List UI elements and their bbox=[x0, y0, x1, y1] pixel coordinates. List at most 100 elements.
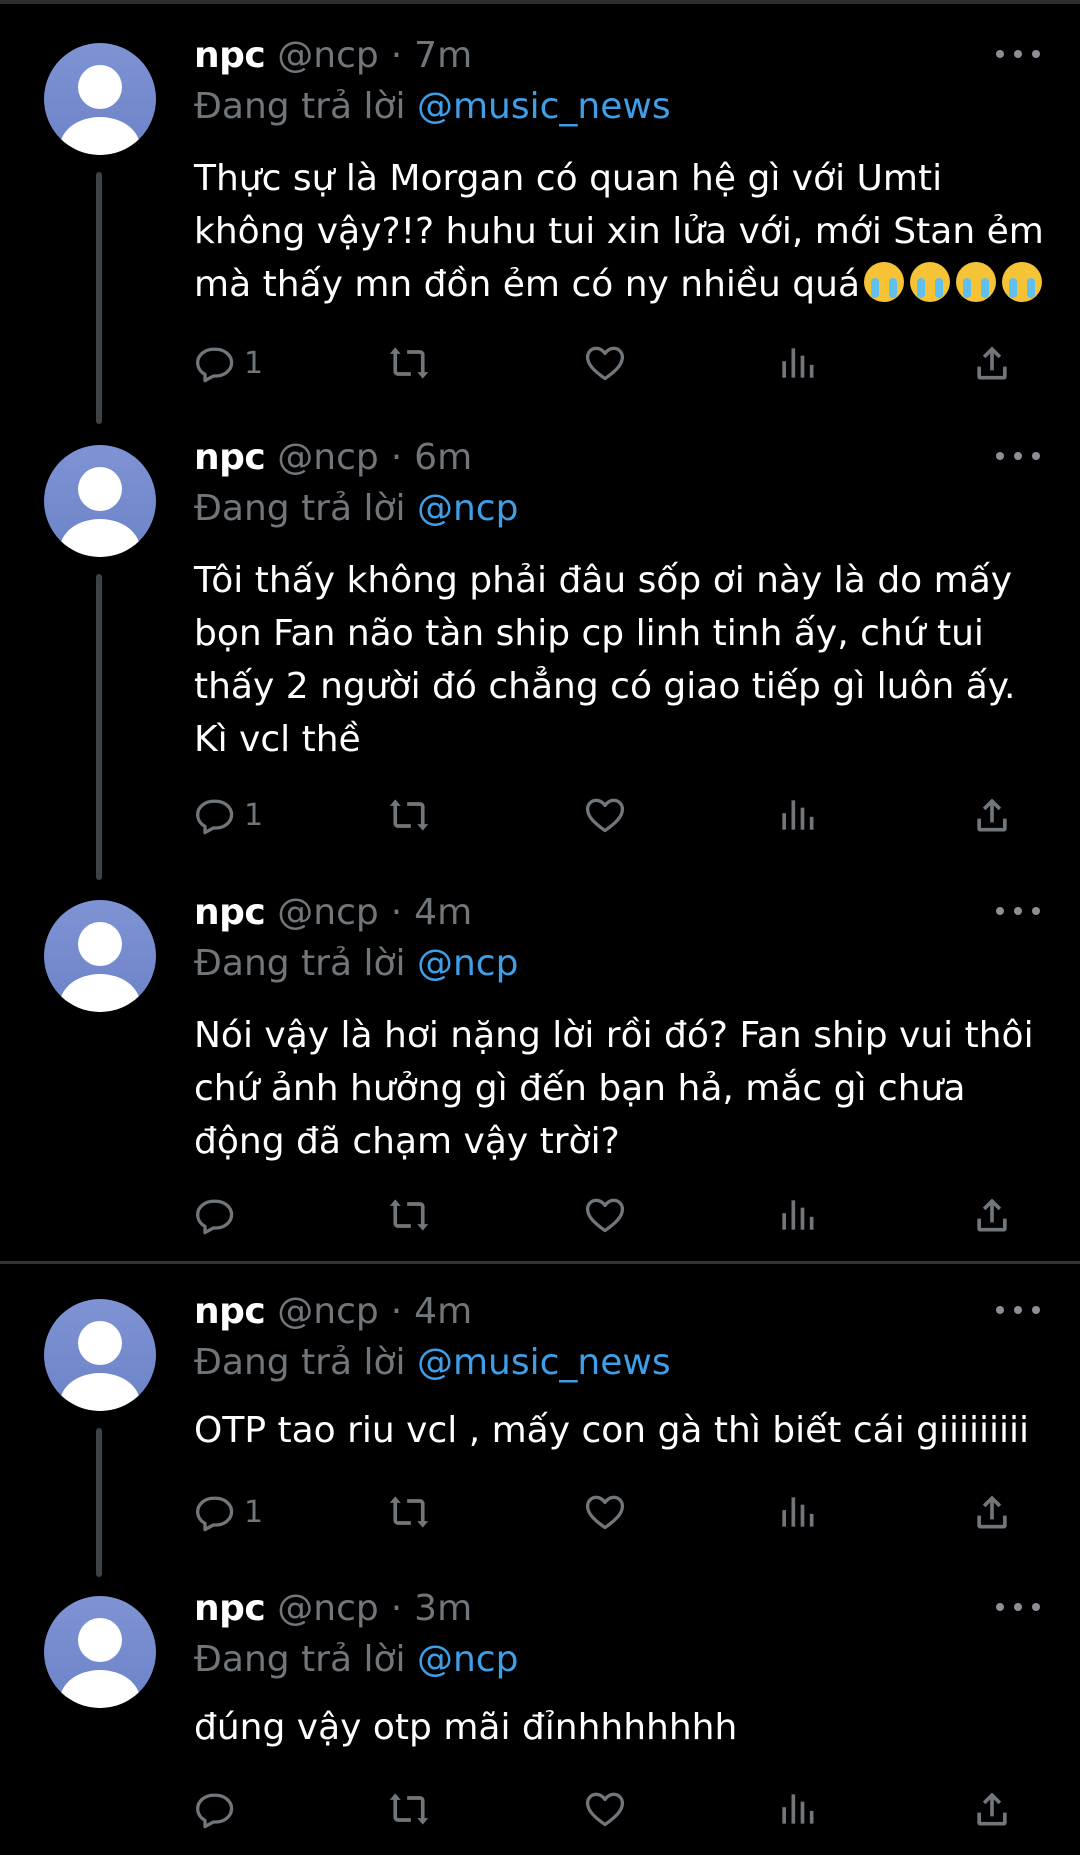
top-border bbox=[0, 0, 1080, 4]
like-button[interactable] bbox=[583, 1487, 627, 1537]
separator-dot: · bbox=[390, 891, 403, 933]
tweet[interactable]: npc @ncp · 3m Đang trả lời @ncp đúng vậy… bbox=[0, 1581, 1080, 1855]
share-icon bbox=[977, 798, 1007, 832]
views-button[interactable] bbox=[775, 1487, 819, 1537]
display-name[interactable]: npc bbox=[194, 1588, 266, 1629]
retweet-button[interactable] bbox=[387, 1784, 431, 1834]
replying-to: Đang trả lời @music_news bbox=[194, 1342, 671, 1383]
action-bar bbox=[194, 1190, 1014, 1240]
timestamp[interactable]: 4m bbox=[414, 1291, 472, 1332]
share-button[interactable] bbox=[970, 1190, 1014, 1240]
more-options-icon[interactable] bbox=[996, 1290, 1040, 1330]
loudly-crying-face-emoji bbox=[1002, 262, 1043, 302]
action-bar: 1 bbox=[194, 790, 1014, 840]
share-button[interactable] bbox=[970, 1487, 1014, 1537]
user-handle[interactable]: @ncp bbox=[277, 892, 378, 933]
tweet[interactable]: npc @ncp · 6m Đang trả lời @ncp Tôi thấy… bbox=[0, 430, 1080, 880]
retweet-button[interactable] bbox=[387, 1190, 431, 1240]
default-avatar-icon bbox=[60, 65, 140, 155]
reply-button[interactable] bbox=[194, 1784, 244, 1834]
user-handle[interactable]: @ncp bbox=[277, 1588, 378, 1629]
reply-icon bbox=[196, 1793, 234, 1829]
display-name[interactable]: npc bbox=[194, 1291, 266, 1332]
reply-icon bbox=[196, 347, 234, 383]
replying-to: Đang trả lời @music_news bbox=[194, 86, 671, 127]
views-button[interactable] bbox=[775, 1784, 819, 1834]
share-button[interactable] bbox=[970, 338, 1014, 388]
more-options-icon[interactable] bbox=[996, 34, 1040, 74]
more-options-icon[interactable] bbox=[996, 1587, 1040, 1627]
avatar[interactable] bbox=[44, 43, 156, 155]
retweet-button[interactable] bbox=[387, 338, 431, 388]
timestamp[interactable]: 6m bbox=[414, 437, 472, 478]
views-button[interactable] bbox=[775, 790, 819, 840]
views-icon bbox=[782, 348, 814, 378]
views-button[interactable] bbox=[775, 338, 819, 388]
like-button[interactable] bbox=[583, 790, 627, 840]
share-button[interactable] bbox=[970, 1784, 1014, 1834]
reply-button[interactable]: 1 bbox=[194, 1487, 263, 1537]
reply-count: 1 bbox=[244, 797, 264, 833]
reply-count: 1 bbox=[244, 345, 264, 381]
like-button[interactable] bbox=[583, 1190, 627, 1240]
display-name[interactable]: npc bbox=[194, 892, 266, 933]
tweet-text: Tôi thấy không phải đâu sốp ơi này là do… bbox=[194, 560, 1016, 760]
more-options-icon[interactable] bbox=[996, 891, 1040, 931]
more-options-icon[interactable] bbox=[996, 436, 1040, 476]
replying-label: Đang trả lời bbox=[194, 1639, 406, 1680]
retweet-icon bbox=[389, 799, 429, 831]
like-button[interactable] bbox=[583, 1784, 627, 1834]
retweet-icon bbox=[389, 347, 429, 379]
user-handle[interactable]: @ncp bbox=[277, 437, 378, 478]
share-icon bbox=[977, 346, 1007, 380]
separator-dot: · bbox=[390, 436, 403, 478]
tweet-text: Thực sự là Morgan có quan hệ gì với Umti… bbox=[194, 152, 1044, 311]
default-avatar-icon bbox=[60, 1321, 140, 1411]
tweet[interactable]: npc @ncp · 7m Đang trả lời @music_news T… bbox=[0, 28, 1080, 428]
timestamp[interactable]: 4m bbox=[414, 892, 472, 933]
avatar[interactable] bbox=[44, 445, 156, 557]
retweet-icon bbox=[389, 1199, 429, 1231]
replying-label: Đang trả lời bbox=[194, 943, 406, 984]
tweet-text: Nói vậy là hơi nặng lời rồi đó? Fan ship… bbox=[194, 1015, 1034, 1162]
tweet-header: npc @ncp · 6m bbox=[194, 430, 472, 484]
mention-link[interactable]: @ncp bbox=[417, 1639, 518, 1680]
mention-link[interactable]: @music_news bbox=[417, 86, 671, 127]
display-name[interactable]: npc bbox=[194, 437, 266, 478]
avatar[interactable] bbox=[44, 1299, 156, 1411]
replying-label: Đang trả lời bbox=[194, 86, 406, 127]
action-bar bbox=[194, 1784, 1014, 1834]
reply-button[interactable]: 1 bbox=[194, 338, 263, 388]
action-bar: 1 bbox=[194, 1487, 1014, 1537]
avatar[interactable] bbox=[44, 1596, 156, 1708]
retweet-button[interactable] bbox=[387, 790, 431, 840]
heart-icon bbox=[585, 1792, 625, 1827]
mention-link[interactable]: @ncp bbox=[417, 943, 518, 984]
views-button[interactable] bbox=[775, 1190, 819, 1240]
reply-button[interactable]: 1 bbox=[194, 790, 263, 840]
avatar[interactable] bbox=[44, 900, 156, 1012]
mention-link[interactable]: @ncp bbox=[417, 488, 518, 529]
retweet-button[interactable] bbox=[387, 1487, 431, 1537]
display-name[interactable]: npc bbox=[194, 35, 266, 76]
action-bar: 1 bbox=[194, 338, 1014, 388]
tweet[interactable]: npc @ncp · 4m Đang trả lời @music_news O… bbox=[0, 1284, 1080, 1574]
replying-label: Đang trả lời bbox=[194, 1342, 406, 1383]
reply-icon bbox=[196, 1199, 234, 1235]
tweet[interactable]: npc @ncp · 4m Đang trả lời @ncp Nói vậy … bbox=[0, 885, 1080, 1255]
replying-to: Đang trả lời @ncp bbox=[194, 1639, 518, 1680]
reply-icon bbox=[196, 1496, 234, 1532]
loudly-crying-face-emoji bbox=[956, 262, 997, 302]
share-button[interactable] bbox=[970, 790, 1014, 840]
loudly-crying-face-emoji bbox=[864, 262, 905, 302]
retweet-icon bbox=[389, 1793, 429, 1825]
views-icon bbox=[782, 1497, 814, 1527]
timestamp[interactable]: 3m bbox=[414, 1588, 472, 1629]
user-handle[interactable]: @ncp bbox=[277, 1291, 378, 1332]
user-handle[interactable]: @ncp bbox=[277, 35, 378, 76]
mention-link[interactable]: @music_news bbox=[417, 1342, 671, 1383]
default-avatar-icon bbox=[60, 1618, 140, 1708]
timestamp[interactable]: 7m bbox=[414, 35, 472, 76]
like-button[interactable] bbox=[583, 338, 627, 388]
reply-button[interactable] bbox=[194, 1190, 244, 1240]
